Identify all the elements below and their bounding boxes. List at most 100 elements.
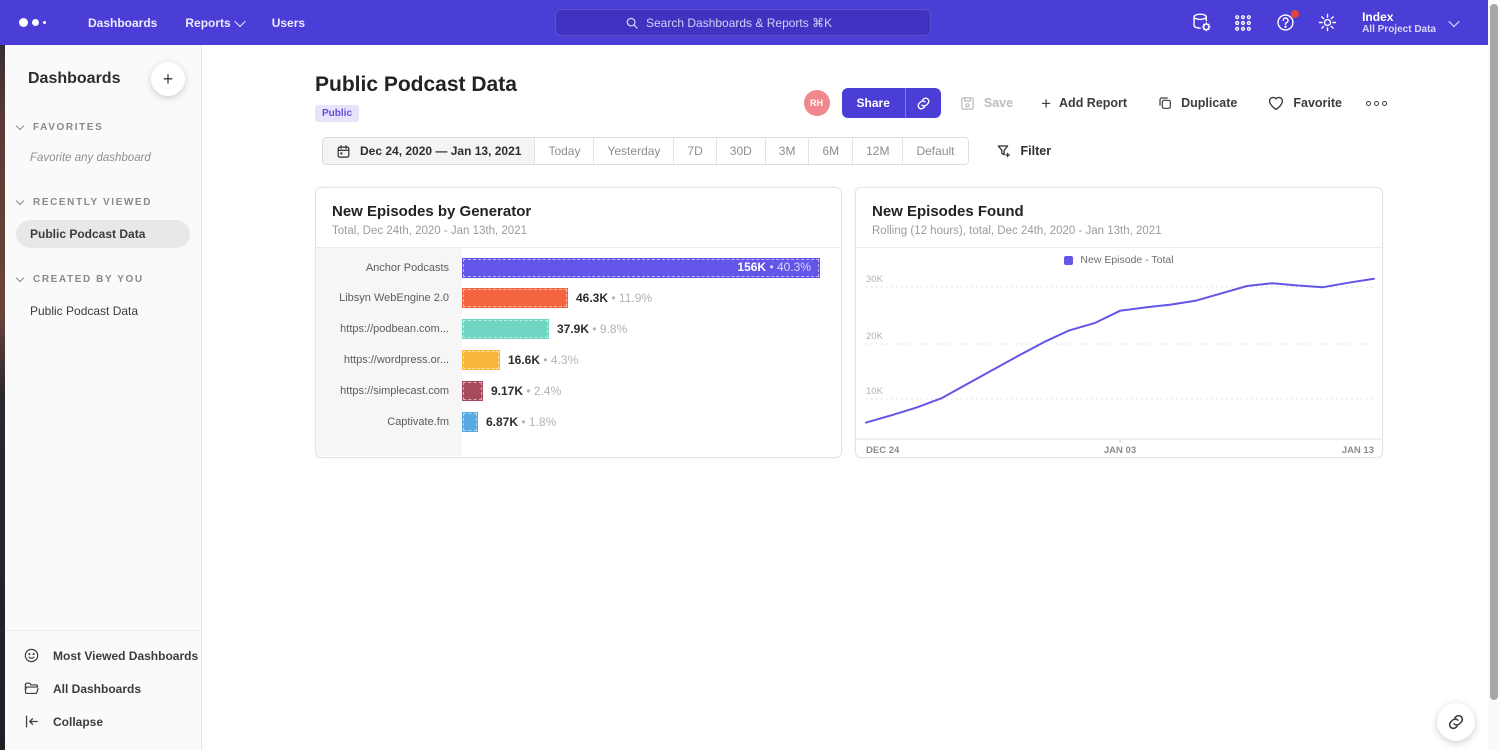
- plus-icon: +: [1041, 95, 1051, 112]
- settings-gear-icon[interactable]: [1316, 12, 1338, 34]
- preset-default[interactable]: Default: [903, 138, 967, 164]
- bar-category-label: Libsyn WebEngine 2.0: [316, 292, 462, 304]
- sidebar-bottom-collapse[interactable]: Collapse: [5, 705, 201, 738]
- preset-7d[interactable]: 7D: [674, 138, 716, 164]
- search-input[interactable]: [646, 16, 861, 30]
- nav-item-users[interactable]: Users: [258, 0, 319, 45]
- section-header-favorites[interactable]: FAVORITES: [5, 122, 201, 133]
- preset-12m[interactable]: 12M: [853, 138, 903, 164]
- save-button[interactable]: Save: [959, 95, 1013, 112]
- bar-segment[interactable]: [462, 412, 478, 432]
- sidebar-section: RECENTLY VIEWED Public Podcast Data: [5, 197, 201, 248]
- bottom-item-label: Most Viewed Dashboards: [53, 649, 198, 663]
- share-link-button[interactable]: [905, 88, 941, 118]
- bar-row: Anchor Podcasts156K • 40.3%: [316, 252, 841, 283]
- section-label: RECENTLY VIEWED: [33, 197, 152, 208]
- sidebar-section: CREATED BY YOU Public Podcast Data: [5, 274, 201, 325]
- data-sources-icon[interactable]: [1190, 12, 1212, 34]
- bar-segment[interactable]: [462, 381, 483, 401]
- chevron-down-icon: [16, 122, 24, 130]
- avatar[interactable]: RH: [804, 90, 830, 116]
- share-button[interactable]: Share: [842, 88, 905, 118]
- save-icon: [959, 95, 976, 112]
- sidebar-item[interactable]: Favorite any dashboard: [5, 145, 201, 171]
- sidebar-bottom-nav: Most Viewed Dashboards All DashboardsColl…: [5, 630, 201, 746]
- share-split-button: Share: [842, 88, 941, 118]
- section-items: Public Podcast Data: [5, 297, 201, 325]
- section-header-recently-viewed[interactable]: RECENTLY VIEWED: [5, 197, 201, 208]
- bar-chart-body: Anchor Podcasts156K • 40.3%Libsyn WebEng…: [316, 248, 841, 456]
- section-items: Favorite any dashboard: [5, 145, 201, 171]
- bar-category-label: https://simplecast.com: [316, 385, 462, 397]
- bar-value-label: 156K • 40.3%: [737, 260, 811, 274]
- collapse-icon: [23, 713, 40, 730]
- bar-value-label: 6.87K • 1.8%: [486, 415, 556, 429]
- bar-segment[interactable]: [462, 319, 549, 339]
- mixpanel-logo-icon[interactable]: [19, 18, 46, 27]
- x-tick-jan13: JAN 13: [1342, 445, 1374, 456]
- section-items: Public Podcast Data: [5, 220, 201, 248]
- preset-6m[interactable]: 6M: [809, 138, 853, 164]
- nav-item-dashboards[interactable]: Dashboards: [74, 0, 171, 45]
- bar-category-label: Captivate.fm: [316, 416, 462, 428]
- add-dashboard-button[interactable]: +: [151, 62, 185, 96]
- y-tick-10k: 10K: [866, 386, 884, 397]
- floating-link-button[interactable]: [1437, 703, 1475, 741]
- chevron-down-icon: [1448, 15, 1459, 26]
- favorite-button[interactable]: Favorite: [1267, 94, 1342, 112]
- bar-row: Libsyn WebEngine 2.046.3K • 11.9%: [316, 283, 841, 314]
- section-label: CREATED BY YOU: [33, 274, 144, 285]
- line-chart-title: New Episodes Found: [872, 203, 1366, 220]
- header-actions: RH Share Save + Add Report: [804, 88, 1387, 118]
- nav-item-reports[interactable]: Reports: [171, 0, 257, 45]
- top-navbar: Dashboards Reports Users: [0, 0, 1488, 45]
- filter-button[interactable]: Filter: [996, 143, 1052, 159]
- more-options-button[interactable]: [1366, 101, 1387, 106]
- sidebar: Dashboards + FAVORITESFavorite any dashb…: [5, 45, 202, 750]
- sidebar-item[interactable]: Public Podcast Data: [5, 297, 201, 325]
- project-subtitle: All Project Data: [1362, 24, 1436, 36]
- date-range-button[interactable]: Dec 24, 2020 — Jan 13, 2021: [323, 138, 535, 164]
- bar-row: Captivate.fm 6.87K • 1.8%: [316, 406, 841, 437]
- sidebar-item[interactable]: Public Podcast Data: [16, 220, 190, 248]
- project-selector[interactable]: Index All Project Data: [1362, 10, 1458, 36]
- chart-legend: New Episode - Total: [856, 248, 1382, 272]
- page-scrollbar[interactable]: [1488, 0, 1500, 750]
- bar-segment[interactable]: [462, 288, 568, 308]
- smiley-icon: [23, 647, 40, 664]
- preset-yesterday[interactable]: Yesterday: [594, 138, 674, 164]
- project-name: Index: [1362, 10, 1436, 24]
- sidebar-bottom-most-viewed-dashboards[interactable]: Most Viewed Dashboards: [5, 639, 201, 672]
- chevron-down-icon: [234, 15, 245, 26]
- nav-item-label: Reports: [185, 16, 230, 30]
- date-toolbar: Dec 24, 2020 — Jan 13, 2021 TodayYesterd…: [322, 137, 1051, 165]
- preset-today[interactable]: Today: [535, 138, 594, 164]
- sidebar-section: FAVORITES Favorite any dashboard: [5, 122, 201, 171]
- section-header-created-by-you[interactable]: CREATED BY YOU: [5, 274, 201, 285]
- folder-icon: [23, 680, 40, 697]
- global-search[interactable]: [555, 9, 931, 36]
- bar-chart-title: New Episodes by Generator: [332, 203, 825, 220]
- add-report-label: Add Report: [1059, 96, 1127, 110]
- bar-segment[interactable]: [462, 350, 500, 370]
- duplicate-icon: [1157, 95, 1173, 111]
- add-report-button[interactable]: + Add Report: [1041, 95, 1127, 112]
- public-badge: Public: [315, 105, 359, 122]
- apps-grid-icon[interactable]: [1232, 12, 1254, 34]
- bar-segment[interactable]: 156K • 40.3%: [462, 258, 820, 278]
- calendar-icon: [336, 144, 351, 159]
- nav-item-label: Users: [272, 16, 305, 30]
- nav-item-label: Dashboards: [88, 16, 157, 30]
- scrollbar-thumb[interactable]: [1490, 4, 1498, 700]
- sidebar-bottom-all-dashboards[interactable]: All Dashboards: [5, 672, 201, 705]
- bar-category-label: https://wordpress.or...: [316, 354, 462, 366]
- duplicate-button[interactable]: Duplicate: [1157, 95, 1237, 111]
- bar-row: https://simplecast.com9.17K • 2.4%: [316, 375, 841, 406]
- preset-30d[interactable]: 30D: [717, 138, 766, 164]
- line-chart-plot: 30K 20K 10K DEC 24 JAN 03 JAN 13: [856, 272, 1383, 457]
- bar-row: https://wordpress.or...16.6K • 4.3%: [316, 344, 841, 375]
- heart-icon: [1267, 94, 1285, 112]
- help-icon[interactable]: [1274, 12, 1296, 34]
- main-content: Public Podcast Data Public RH Share Save…: [202, 45, 1488, 750]
- preset-3m[interactable]: 3M: [766, 138, 810, 164]
